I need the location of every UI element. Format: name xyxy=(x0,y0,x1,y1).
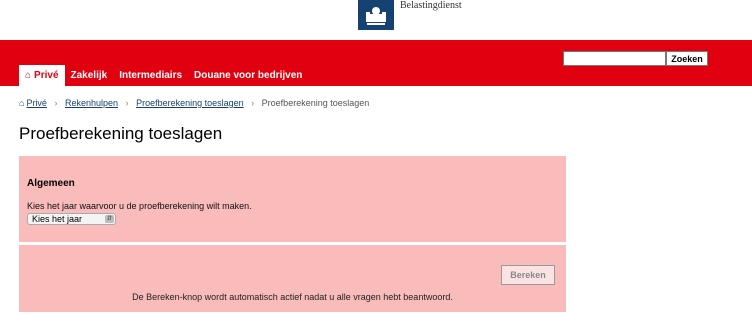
home-icon: ⌂ xyxy=(25,70,32,81)
logo-text: Belastingdienst xyxy=(400,0,462,11)
tab-label: Privé xyxy=(34,70,59,81)
calculate-button[interactable]: Bereken xyxy=(501,265,555,285)
year-label: Kies het jaar waarvoor u de proefbereken… xyxy=(27,201,252,211)
calculate-section: Bereken De Bereken-knop wordt automatisc… xyxy=(19,245,566,312)
general-section: Algemeen Kies het jaar waarvoor u de pro… xyxy=(19,156,566,242)
tab-intermediairs[interactable]: Intermediairs xyxy=(113,65,188,86)
chevron-right-icon: › xyxy=(125,98,129,108)
tab-zakelijk[interactable]: Zakelijk xyxy=(65,65,114,86)
search-button[interactable]: Zoeken xyxy=(666,51,708,66)
tab-douane-voor-bedrijven[interactable]: Douane voor bedrijven xyxy=(188,65,308,86)
breadcrumb: ⌂ Privé › Rekenhulpen › Proefberekening t… xyxy=(19,98,369,108)
main-navigation: Zoeken ⌂ Privé Zakelijk Intermediairs Dou… xyxy=(0,40,752,86)
tab-label: Zakelijk xyxy=(70,70,108,81)
crest-logo-icon[interactable] xyxy=(358,0,394,30)
breadcrumb-link-prive[interactable]: Privé xyxy=(26,98,47,108)
home-icon[interactable]: ⌂ xyxy=(19,98,24,108)
tab-label: Douane voor bedrijven xyxy=(194,70,303,81)
page-title: Proefberekening toeslagen xyxy=(19,124,223,143)
chevron-right-icon: › xyxy=(251,98,255,108)
breadcrumb-current: Proefberekening toeslagen xyxy=(261,98,370,108)
year-select[interactable]: Kies het jaar ⇵ xyxy=(27,213,116,225)
nav-tabs: ⌂ Privé Zakelijk Intermediairs Douane voo… xyxy=(19,65,308,86)
breadcrumb-link-proefberekening[interactable]: Proefberekening toeslagen xyxy=(136,98,244,108)
top-header: Belastingdienst xyxy=(0,0,752,40)
updown-chevron-icon: ⇵ xyxy=(105,215,114,223)
calculate-note: De Bereken-knop wordt automatisch actief… xyxy=(132,292,453,302)
tab-label: Intermediairs xyxy=(119,70,183,81)
chevron-right-icon: › xyxy=(54,98,58,108)
year-select-value: Kies het jaar xyxy=(32,214,83,224)
breadcrumb-link-rekenhulpen[interactable]: Rekenhulpen xyxy=(65,98,118,108)
section-title: Algemeen xyxy=(27,178,75,189)
tab-prive[interactable]: ⌂ Privé xyxy=(19,65,65,86)
search-input[interactable] xyxy=(563,51,666,66)
